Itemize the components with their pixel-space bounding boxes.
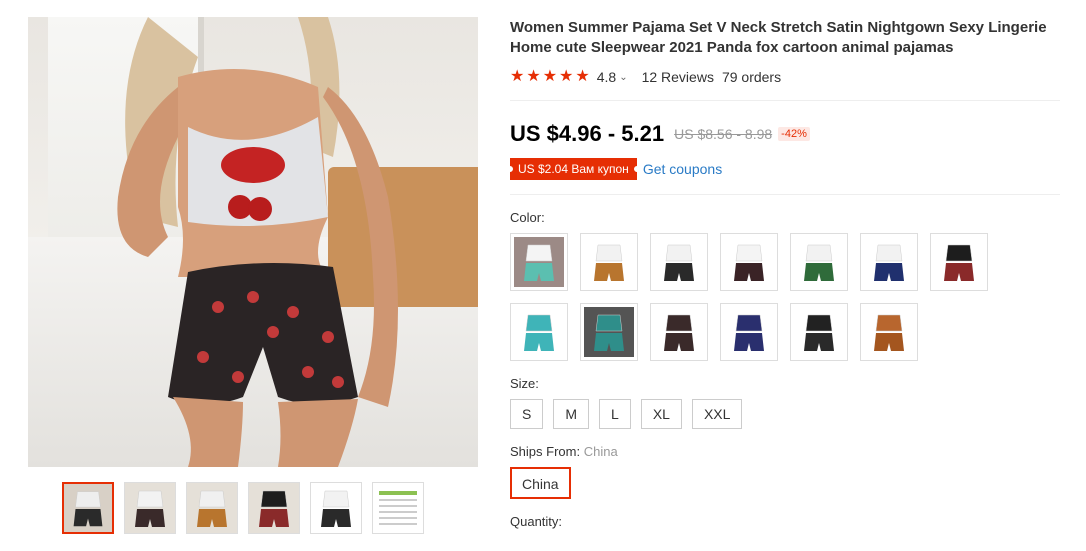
orders-count: 79 orders — [721, 69, 782, 85]
color-swatch[interactable] — [860, 303, 918, 361]
main-product-image[interactable] — [28, 17, 478, 467]
color-swatch[interactable] — [580, 303, 638, 361]
color-swatch[interactable] — [930, 233, 988, 291]
model-figure — [117, 17, 398, 467]
gallery-thumbnail[interactable] — [372, 482, 424, 534]
ships-from-label: Ships From: China — [510, 444, 1060, 459]
discount-badge: -42% — [778, 127, 810, 141]
ship-from-china-option[interactable]: China — [510, 467, 571, 499]
gallery-thumbnail[interactable] — [62, 482, 114, 534]
gallery-thumbnail[interactable] — [124, 482, 176, 534]
divider — [510, 194, 1060, 195]
coupon-row: US $2.04 Вам купон Get coupons — [507, 157, 1060, 181]
ships-from-value: China — [583, 444, 618, 459]
color-swatch[interactable] — [510, 233, 568, 291]
gallery-thumbnail[interactable] — [310, 482, 362, 534]
color-swatch[interactable] — [580, 233, 638, 291]
size-label: Size: — [510, 376, 539, 391]
thumbnail-strip — [62, 482, 424, 534]
star-icon: ★ — [542, 68, 558, 85]
chevron-down-icon[interactable]: ⌄ — [619, 72, 627, 83]
color-swatch-grid — [510, 233, 1000, 361]
color-swatch[interactable] — [720, 303, 778, 361]
star-icon: ★ — [510, 68, 525, 85]
color-swatch[interactable] — [720, 233, 778, 291]
color-swatch[interactable] — [650, 233, 708, 291]
price-row: US $4.96 - 5.21 US $8.56 - 8.98 -42% — [510, 119, 1060, 149]
quantity-label: Quantity: — [510, 514, 563, 529]
star-icon: ★ — [575, 68, 590, 85]
color-swatch[interactable] — [860, 233, 918, 291]
star-icon: ★ — [526, 68, 541, 85]
divider — [510, 100, 1060, 101]
color-swatch[interactable] — [510, 303, 568, 361]
rating-row: ★ ★ ★ ★ ★ 4.8 ⌄ 12 Reviews 79 orders — [510, 67, 1060, 87]
product-title: Women Summer Pajama Set V Neck Stretch S… — [510, 19, 1047, 56]
gallery-thumbnail[interactable] — [248, 482, 300, 534]
size-option-m[interactable]: M — [553, 399, 590, 429]
product-info: Women Summer Pajama Set V Neck Stretch S… — [507, 18, 1060, 529]
star-icon: ★ — [559, 68, 574, 85]
color-swatch[interactable] — [650, 303, 708, 361]
reviews-link[interactable]: 12 Reviews — [642, 69, 714, 85]
size-option-l[interactable]: L — [599, 399, 631, 429]
coupon-badge[interactable]: US $2.04 Вам купон — [507, 158, 640, 180]
color-swatch[interactable] — [790, 233, 848, 291]
rating-stars[interactable]: ★ ★ ★ ★ ★ — [510, 69, 590, 85]
current-price: US $4.96 - 5.21 — [510, 121, 665, 146]
size-option-s[interactable]: S — [510, 399, 544, 429]
color-swatch[interactable] — [790, 303, 848, 361]
rating-value[interactable]: 4.8 — [597, 69, 616, 85]
size-option-xl[interactable]: XL — [640, 399, 682, 429]
gallery-thumbnail[interactable] — [186, 482, 238, 534]
color-label: Color: — [510, 210, 545, 225]
get-coupons-link[interactable]: Get coupons — [643, 161, 722, 177]
size-option-xxl[interactable]: XXL — [691, 399, 743, 429]
size-options: S M L XL XXL — [510, 399, 1060, 429]
product-gallery — [28, 17, 478, 467]
original-price: US $8.56 - 8.98 — [674, 126, 773, 142]
ships-from-text: Ships From: — [510, 444, 581, 459]
